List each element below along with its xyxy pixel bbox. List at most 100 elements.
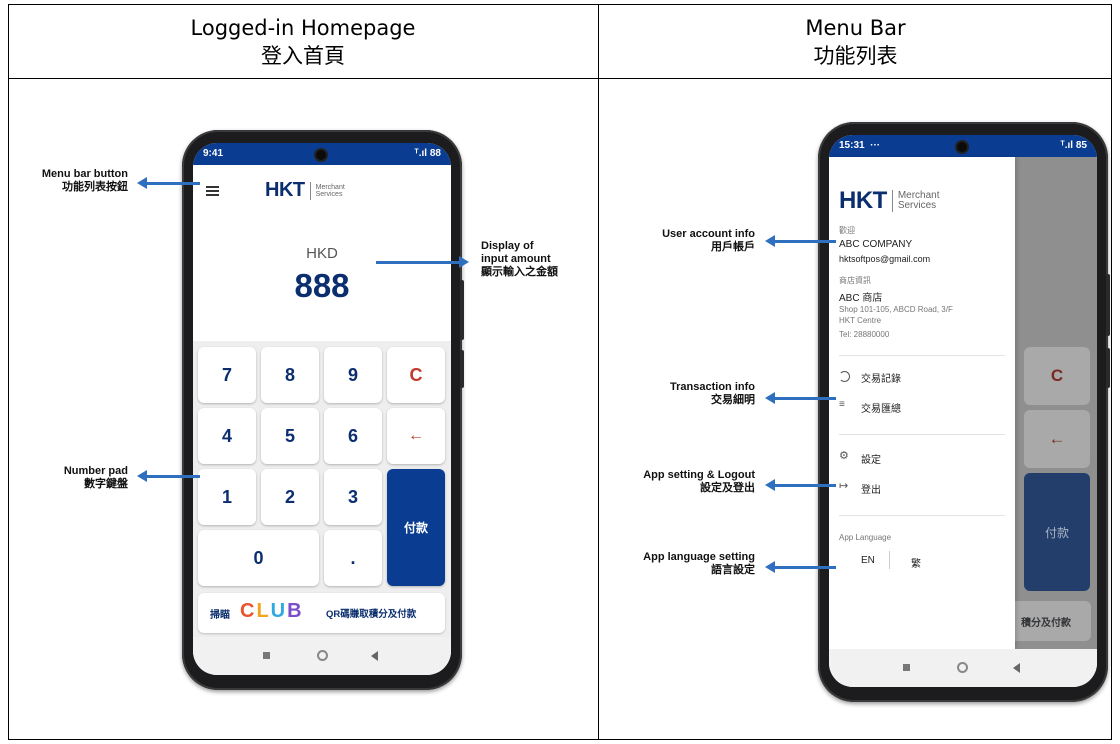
nav-home-icon[interactable] <box>317 650 328 661</box>
key-backspace[interactable]: ← <box>387 408 445 464</box>
column-divider <box>598 4 599 740</box>
key-3[interactable]: 3 <box>324 469 382 525</box>
annotation-amount-en1: Display of <box>481 240 534 252</box>
annotation-amount-en2: input amount <box>481 253 551 265</box>
annotation-lang-zh: 語言設定 <box>711 564 755 576</box>
key-0[interactable]: 0 <box>198 530 319 586</box>
logo-hkt: HKT <box>839 187 887 214</box>
annotation-user-en: User account info <box>662 228 755 240</box>
key-5[interactable]: 5 <box>261 408 319 464</box>
arrow-settings-logout <box>765 479 836 491</box>
nav-back-icon[interactable] <box>371 651 378 661</box>
annotation-amount-display: Display of input amount 顯示輸入之金額 <box>481 240 593 279</box>
annotation-number-pad: Number pad 數字鍵盤 <box>28 465 128 491</box>
phone-side-button <box>460 280 464 340</box>
shop-tel: Tel: 28880000 <box>839 330 890 339</box>
pay-button[interactable]: 付款 <box>387 469 445 586</box>
shop-info-label: 商店資訊 <box>839 276 871 285</box>
welcome-label: 歡迎 <box>839 226 855 235</box>
annotation-amount-zh: 顯示輸入之金額 <box>481 266 558 278</box>
annotation-language-setting: App language setting 語言設定 <box>604 551 755 577</box>
nav-home-icon[interactable] <box>957 662 968 673</box>
menu-item-history[interactable]: 交易記錄 <box>839 370 1005 388</box>
arrow-menu-button <box>137 177 200 189</box>
arrow-user-account <box>765 235 836 247</box>
key-6[interactable]: 6 <box>324 408 382 464</box>
key-clear[interactable]: C <box>387 347 445 403</box>
club-bar[interactable]: 掃瞄 CLUB QR碼賺取積分及付款 <box>198 593 445 633</box>
menu-item-history-label: 交易記錄 <box>861 374 901 385</box>
hkt-logo: HKT Merchant Services <box>839 187 940 215</box>
phone-side-button <box>1106 274 1110 336</box>
menu-item-settings-label: 設定 <box>861 455 881 466</box>
summary-icon: ≡ <box>839 399 845 410</box>
arrow-number-pad <box>137 470 200 482</box>
annotation-user-zh: 用戶帳戶 <box>711 241 755 253</box>
menu-screen: 15:31 ··· ᵀ.ıl 85 C ← 付款 積分及付款 HKT Merch… <box>829 135 1097 687</box>
menu-item-summary[interactable]: ≡ 交易匯總 <box>839 400 1005 418</box>
club-scan-label: 掃瞄 <box>210 610 230 621</box>
android-nav-bar <box>193 637 451 675</box>
key-8[interactable]: 8 <box>261 347 319 403</box>
lang-option-en[interactable]: EN <box>861 555 875 566</box>
side-drawer: HKT Merchant Services 歡迎 ABC COMPANY hkt… <box>829 157 1015 649</box>
phone-side-button <box>460 350 464 388</box>
key-7[interactable]: 7 <box>198 347 256 403</box>
shop-address-2: HKT Centre <box>839 316 882 325</box>
key-dot[interactable]: . <box>324 530 382 586</box>
logout-icon: ↦ <box>839 480 849 492</box>
menu-icon[interactable] <box>206 186 219 196</box>
arrow-language-setting <box>765 561 836 573</box>
phone-side-button <box>1106 348 1110 388</box>
menu-item-logout[interactable]: ↦ 登出 <box>839 481 1005 499</box>
annotation-menu-en: Menu bar button <box>41 168 128 180</box>
lang-separator <box>889 551 890 569</box>
hkt-logo: HKT Merchant Services <box>265 179 345 202</box>
logo-hkt: HKT <box>265 179 305 201</box>
status-time: 15:31 ··· <box>839 140 881 151</box>
status-signal: ᵀ.ıl 85 <box>1060 140 1087 151</box>
logo-services: Services <box>897 200 937 211</box>
amount-display: 888 <box>294 267 350 304</box>
android-nav-bar <box>829 649 1097 687</box>
phone-menu: 15:31 ··· ᵀ.ıl 85 C ← 付款 積分及付款 HKT Merch… <box>818 122 1110 702</box>
history-icon <box>839 371 850 382</box>
currency-label: HKD <box>306 245 338 262</box>
logo-services: Services <box>315 190 343 198</box>
camera-icon <box>314 148 328 162</box>
home-screen: 9:41 ᵀ.ıl 88 HKT Merchant Services HKD 8… <box>193 143 451 675</box>
header-right-zh: 功能列表 <box>813 44 898 68</box>
key-4[interactable]: 4 <box>198 408 256 464</box>
annotation-pad-en: Number pad <box>63 465 128 477</box>
app-language-label: App Language <box>839 533 892 542</box>
logo-merchant: Merchant <box>315 183 345 191</box>
key-2[interactable]: 2 <box>261 469 319 525</box>
company-name: ABC COMPANY <box>839 239 913 250</box>
status-signal: ᵀ.ıl 88 <box>414 148 441 159</box>
annotation-tx-zh: 交易細明 <box>711 394 755 406</box>
key-1[interactable]: 1 <box>198 469 256 525</box>
arrow-transaction-info <box>765 392 836 404</box>
bg-key-clear: C <box>1024 347 1090 405</box>
menu-item-settings[interactable]: ⚙ 設定 <box>839 451 1005 469</box>
nav-recents-icon[interactable] <box>903 664 910 671</box>
settings-icon: ⚙ <box>839 450 849 462</box>
header-left: Logged-in Homepage 登入首頁 <box>8 14 598 70</box>
nav-recents-icon[interactable] <box>263 652 270 659</box>
annotation-pad-zh: 數字鍵盤 <box>84 478 128 490</box>
camera-icon <box>955 140 969 154</box>
club-text: QR碼賺取積分及付款 <box>326 609 417 620</box>
divider <box>839 515 1005 516</box>
nav-back-icon[interactable] <box>1013 663 1020 673</box>
annotation-transaction-info: Transaction info 交易細明 <box>620 381 755 407</box>
key-9[interactable]: 9 <box>324 347 382 403</box>
annotation-lang-en: App language setting <box>643 551 755 563</box>
annotation-user-account: User account info 用戶帳戶 <box>620 228 755 254</box>
annotation-menu-button: Menu bar button 功能列表按鈕 <box>18 168 128 194</box>
bg-club-text: 積分及付款 <box>1021 618 1071 629</box>
lang-option-zh[interactable]: 繁 <box>911 555 921 570</box>
bg-key-back: ← <box>1024 410 1090 468</box>
header-left-zh: 登入首頁 <box>261 44 345 68</box>
divider <box>839 355 1005 356</box>
header-divider <box>8 78 1112 79</box>
